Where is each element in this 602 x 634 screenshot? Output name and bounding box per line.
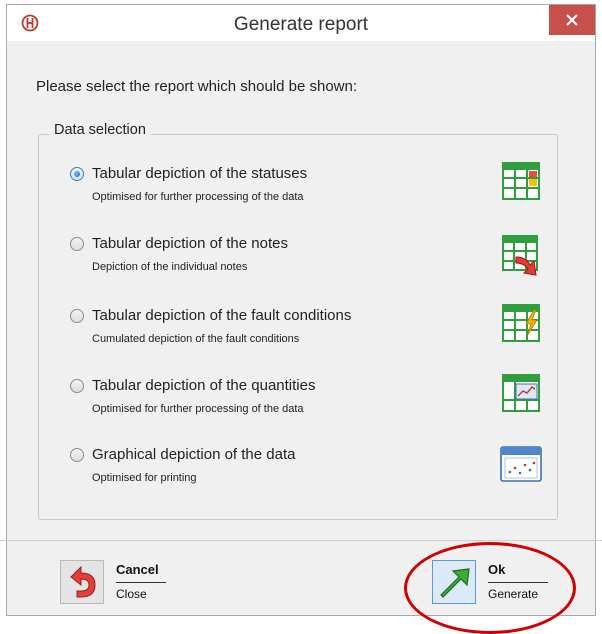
radio-graphical[interactable] [70,448,84,462]
option-label: Graphical depiction of the data [92,446,296,463]
close-button[interactable] [549,5,595,35]
option-description: Optimised for further processing of the … [92,191,304,203]
table-notes-icon [502,235,538,276]
option-label: Tabular depiction of the notes [92,235,288,252]
option-fault-conditions[interactable]: Tabular depiction of the fault condition… [70,307,550,367]
title-bar: Generate report [7,5,595,41]
cancel-button[interactable] [60,560,104,604]
option-description: Cumulated depiction of the fault conditi… [92,333,300,345]
option-description: Depiction of the individual notes [92,261,248,273]
option-description: Optimised for printing [92,472,197,484]
option-statuses[interactable]: Tabular depiction of the statuses Optimi… [70,165,550,225]
cancel-rule [116,582,166,583]
option-notes[interactable]: Tabular depiction of the notes Depiction… [70,235,550,295]
instruction-text: Please select the report which should be… [36,78,358,95]
cancel-command[interactable]: Cancel Close [60,560,200,614]
ok-description: Generate [488,587,539,601]
table-fault-icon [502,304,540,342]
option-description: Optimised for further processing of the … [92,403,304,415]
ok-label: Ok [488,562,506,577]
radio-statuses[interactable] [70,167,84,181]
option-graphical[interactable]: Graphical depiction of the data Optimise… [70,446,550,506]
undo-arrow-icon [70,565,96,598]
close-icon [566,14,578,26]
table-statuses-icon [502,162,540,200]
dialog-title: Generate report [233,14,369,35]
option-quantities[interactable]: Tabular depiction of the quantities Opti… [70,377,550,437]
cancel-label: Cancel [116,562,159,577]
radio-fault-conditions[interactable] [70,309,84,323]
option-label: Tabular depiction of the fault condition… [92,307,352,324]
cancel-description: Close [116,587,147,601]
footer-separator [0,540,602,541]
option-label: Tabular depiction of the statuses [92,165,308,182]
group-legend: Data selection [49,122,151,138]
table-quantities-icon [502,374,540,412]
radio-notes[interactable] [70,237,84,251]
ok-command[interactable]: Ok Generate [432,560,562,614]
green-arrow-icon [440,568,470,598]
ok-button[interactable] [432,560,476,604]
ok-rule [488,582,548,583]
chart-window-icon [500,446,542,482]
option-label: Tabular depiction of the quantities [92,377,316,394]
radio-quantities[interactable] [70,379,84,393]
